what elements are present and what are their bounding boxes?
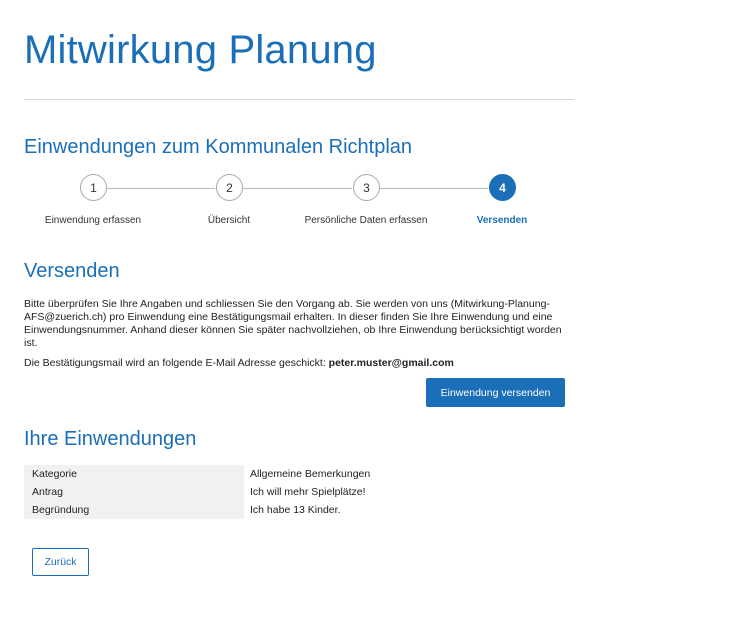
step-3-circle: 3 bbox=[353, 174, 380, 201]
email-notice: Die Bestätigungsmail wird an folgende E-… bbox=[24, 357, 584, 370]
row-key: Kategorie bbox=[24, 465, 244, 483]
row-value: Allgemeine Bemerkungen bbox=[250, 468, 371, 480]
step-4-circle: 4 bbox=[489, 174, 516, 201]
back-button[interactable]: Zurück bbox=[32, 548, 89, 576]
table-row: Kategorie Allgemeine Bemerkungen bbox=[24, 465, 378, 483]
row-key: Begründung bbox=[24, 501, 244, 519]
step-3-label: Persönliche Daten erfassen bbox=[304, 215, 428, 226]
row-value: Ich habe 13 Kinder. bbox=[250, 504, 341, 516]
step-connector bbox=[380, 188, 488, 189]
step-connector bbox=[107, 188, 215, 189]
send-heading: Versenden bbox=[24, 260, 120, 282]
submit-objection-button[interactable]: Einwendung versenden bbox=[426, 378, 565, 407]
step-1-label: Einwendung erfassen bbox=[44, 215, 142, 226]
page-title: Mitwirkung Planung bbox=[24, 28, 377, 72]
row-value: Ich will mehr Spielplätze! bbox=[250, 486, 366, 498]
step-2-label: Übersicht bbox=[207, 215, 251, 226]
title-divider bbox=[24, 99, 574, 100]
email-address: peter.muster@gmail.com bbox=[328, 357, 454, 369]
step-connector bbox=[243, 188, 352, 189]
objections-heading: Ihre Einwendungen bbox=[24, 428, 197, 450]
step-4-label: Versenden bbox=[476, 215, 528, 226]
step-2-circle: 2 bbox=[216, 174, 243, 201]
table-row: Antrag Ich will mehr Spielplätze! bbox=[24, 483, 378, 501]
row-key: Antrag bbox=[24, 483, 244, 501]
progress-stepper: 1 2 3 4 Einwendung erfassen Übersicht Pe… bbox=[24, 173, 574, 233]
email-notice-text: Die Bestätigungsmail wird an folgende E-… bbox=[24, 357, 326, 369]
objections-table: Kategorie Allgemeine Bemerkungen Antrag … bbox=[24, 465, 378, 519]
send-instructions: Bitte überprüfen Sie Ihre Angaben und sc… bbox=[24, 298, 562, 349]
section-heading: Einwendungen zum Kommunalen Richtplan bbox=[24, 136, 413, 158]
table-row: Begründung Ich habe 13 Kinder. bbox=[24, 501, 378, 519]
step-1-circle: 1 bbox=[80, 174, 107, 201]
